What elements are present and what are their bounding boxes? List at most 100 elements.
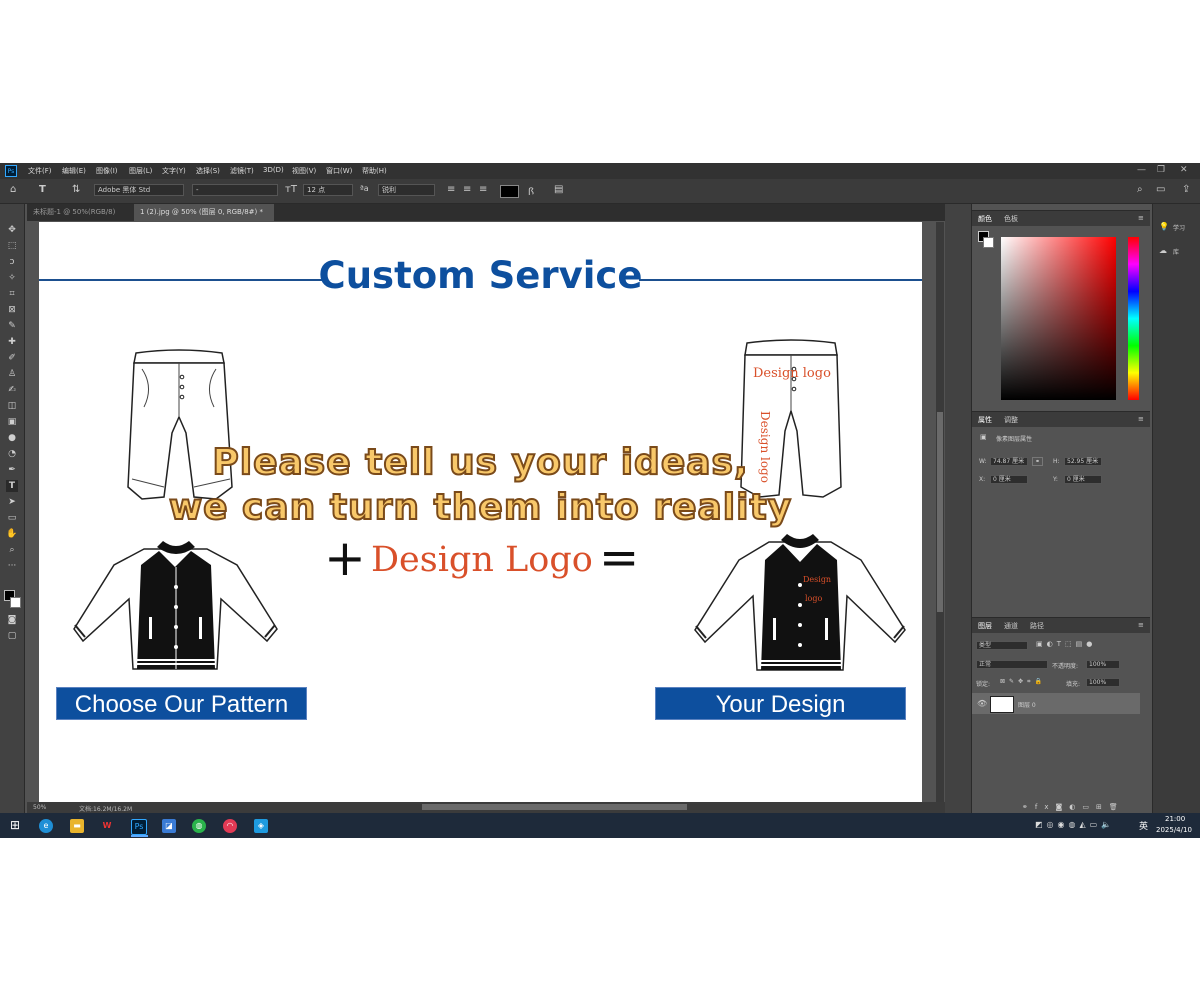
- tab-untitled[interactable]: 未标题-1 @ 50%(RGB/8): [27, 204, 132, 221]
- warp-text-icon[interactable]: ꟗ: [528, 184, 534, 198]
- orientation-icon[interactable]: ⇅: [72, 184, 80, 195]
- lasso-tool-icon[interactable]: ↄ: [6, 256, 18, 268]
- eraser-tool-icon[interactable]: ◫: [6, 400, 18, 412]
- tab-channels[interactable]: 通道: [1004, 621, 1018, 631]
- blur-tool-icon[interactable]: ●: [6, 432, 18, 444]
- rectangle-tool-icon[interactable]: ▭: [6, 512, 18, 524]
- panel-menu-icon[interactable]: ≡: [1138, 214, 1144, 222]
- font-size-select[interactable]: 12 点: [303, 184, 353, 196]
- color-field[interactable]: [1001, 237, 1116, 400]
- dodge-tool-icon[interactable]: ◔: [6, 448, 18, 460]
- fill-field[interactable]: 100%: [1086, 678, 1120, 687]
- tab-paths[interactable]: 路径: [1030, 621, 1044, 631]
- tab-current-document[interactable]: 1 (2).jpg @ 50% (图层 0, RGB/8#) *: [134, 204, 274, 221]
- move-tool-icon[interactable]: ✥: [6, 224, 18, 236]
- panel-menu-icon[interactable]: ≡: [1138, 415, 1144, 423]
- home-icon[interactable]: ⌂: [10, 184, 16, 195]
- history-brush-tool-icon[interactable]: ✍: [6, 384, 18, 396]
- clock-date[interactable]: 2025/4/10: [1156, 826, 1192, 834]
- share-icon[interactable]: ⇪: [1182, 184, 1190, 195]
- tab-layers[interactable]: 图层: [978, 621, 992, 631]
- edge-icon[interactable]: e: [39, 819, 53, 833]
- layer-kind-filter[interactable]: 类型: [976, 641, 1028, 650]
- menu-select[interactable]: 选择(S): [196, 166, 220, 176]
- layer-row[interactable]: 👁 图层 0: [972, 693, 1140, 714]
- tab-swatches[interactable]: 色板: [1004, 214, 1018, 224]
- frame-tool-icon[interactable]: ⊠: [6, 304, 18, 316]
- vertical-scroll-thumb[interactable]: [937, 412, 943, 612]
- menu-layer[interactable]: 图层(L): [129, 166, 152, 176]
- color-bg-swatch[interactable]: [983, 237, 994, 248]
- character-panel-icon[interactable]: ▤: [554, 184, 563, 195]
- crop-tool-icon[interactable]: ⌗: [6, 288, 18, 300]
- y-field[interactable]: 0 厘米: [1064, 475, 1102, 484]
- magic-wand-tool-icon[interactable]: ✧: [6, 272, 18, 284]
- clock-time[interactable]: 21:00: [1165, 815, 1185, 823]
- font-style-select[interactable]: -: [192, 184, 278, 196]
- height-field[interactable]: 52.95 厘米: [1064, 457, 1102, 466]
- visibility-eye-icon[interactable]: 👁: [977, 699, 987, 708]
- menu-view[interactable]: 视图(V): [292, 166, 316, 176]
- minimize-icon[interactable]: —: [1137, 165, 1146, 175]
- file-explorer-icon[interactable]: ▬: [70, 819, 84, 833]
- anti-alias-select[interactable]: 锐利: [378, 184, 435, 196]
- layer-filter-icons[interactable]: ▣◐T⬚▤●: [1036, 640, 1096, 648]
- text-color-swatch[interactable]: [500, 185, 519, 198]
- tab-color[interactable]: 颜色: [978, 214, 992, 224]
- tray-icons[interactable]: ◩◎◉◍◭▭🔈: [1035, 820, 1115, 829]
- align-right-icon[interactable]: ≡: [479, 184, 487, 195]
- healing-brush-tool-icon[interactable]: ✚: [6, 336, 18, 348]
- document-canvas[interactable]: Custom Service Design logo Design logo P…: [39, 222, 922, 802]
- font-family-select[interactable]: Adobe 黑体 Std: [94, 184, 184, 196]
- wechat-icon[interactable]: ◍: [192, 819, 206, 833]
- menu-help[interactable]: 帮助(H): [362, 166, 387, 176]
- more-tools-icon[interactable]: ···: [6, 560, 18, 572]
- zoom-tool-icon[interactable]: ⌕: [6, 544, 18, 556]
- app-icon-cyan[interactable]: ◈: [254, 819, 268, 833]
- lock-icons[interactable]: ⊠✎✥⌗🔒: [1000, 678, 1046, 686]
- tab-properties[interactable]: 属性: [978, 415, 992, 425]
- width-field[interactable]: 74.87 厘米: [990, 457, 1028, 466]
- app-icon-blue[interactable]: ◪: [162, 819, 176, 833]
- layer-actions[interactable]: ⚭fx◙◐▭⊞🗑: [1022, 803, 1125, 811]
- blend-mode-select[interactable]: 正常: [976, 660, 1048, 669]
- libraries-icon[interactable]: ☁: [1159, 246, 1167, 255]
- tab-adjustments[interactable]: 调整: [1004, 415, 1018, 425]
- windows-start-icon[interactable]: ⊞: [10, 818, 20, 832]
- close-icon[interactable]: ✕: [1180, 165, 1188, 175]
- menu-type[interactable]: 文字(Y): [162, 166, 186, 176]
- background-color-swatch[interactable]: [10, 597, 21, 608]
- wps-icon[interactable]: W: [100, 819, 114, 833]
- eyedropper-tool-icon[interactable]: ✎: [6, 320, 18, 332]
- screen-mode-icon[interactable]: ▢: [6, 630, 18, 642]
- menu-window[interactable]: 窗口(W): [326, 166, 352, 176]
- hand-tool-icon[interactable]: ✋: [6, 528, 18, 540]
- layer-name[interactable]: 图层 0: [1018, 700, 1036, 709]
- text-tool-preset-icon[interactable]: T: [39, 184, 46, 195]
- clone-stamp-tool-icon[interactable]: ♙: [6, 368, 18, 380]
- libraries-label[interactable]: 库: [1173, 247, 1179, 256]
- menu-3d[interactable]: 3D(D): [263, 166, 284, 174]
- app-icon-red[interactable]: ◠: [223, 819, 237, 833]
- path-selection-tool-icon[interactable]: ➤: [6, 496, 18, 508]
- brush-tool-icon[interactable]: ✐: [6, 352, 18, 364]
- marquee-tool-icon[interactable]: ⬚: [6, 240, 18, 252]
- hue-slider[interactable]: [1128, 237, 1139, 400]
- lightbulb-icon[interactable]: 💡: [1159, 222, 1169, 231]
- link-icon[interactable]: ⚭: [1032, 457, 1044, 466]
- type-tool-icon[interactable]: T: [6, 480, 18, 492]
- restore-icon[interactable]: ❐: [1157, 165, 1165, 175]
- vertical-scrollbar[interactable]: [936, 222, 944, 802]
- horizontal-scroll-thumb[interactable]: [422, 804, 687, 810]
- align-left-icon[interactable]: ≡: [447, 184, 455, 195]
- menu-edit[interactable]: 编辑(E): [62, 166, 86, 176]
- learn-label[interactable]: 学习: [1173, 223, 1185, 232]
- ime-indicator[interactable]: 英: [1139, 819, 1148, 832]
- workspace-icon[interactable]: ▭: [1156, 184, 1165, 195]
- menu-image[interactable]: 图像(I): [96, 166, 118, 176]
- menu-filter[interactable]: 滤镜(T): [230, 166, 254, 176]
- quick-mask-icon[interactable]: ◙: [6, 614, 18, 626]
- align-center-icon[interactable]: ≡: [463, 184, 471, 195]
- menu-file[interactable]: 文件(F): [28, 166, 52, 176]
- pen-tool-icon[interactable]: ✒: [6, 464, 18, 476]
